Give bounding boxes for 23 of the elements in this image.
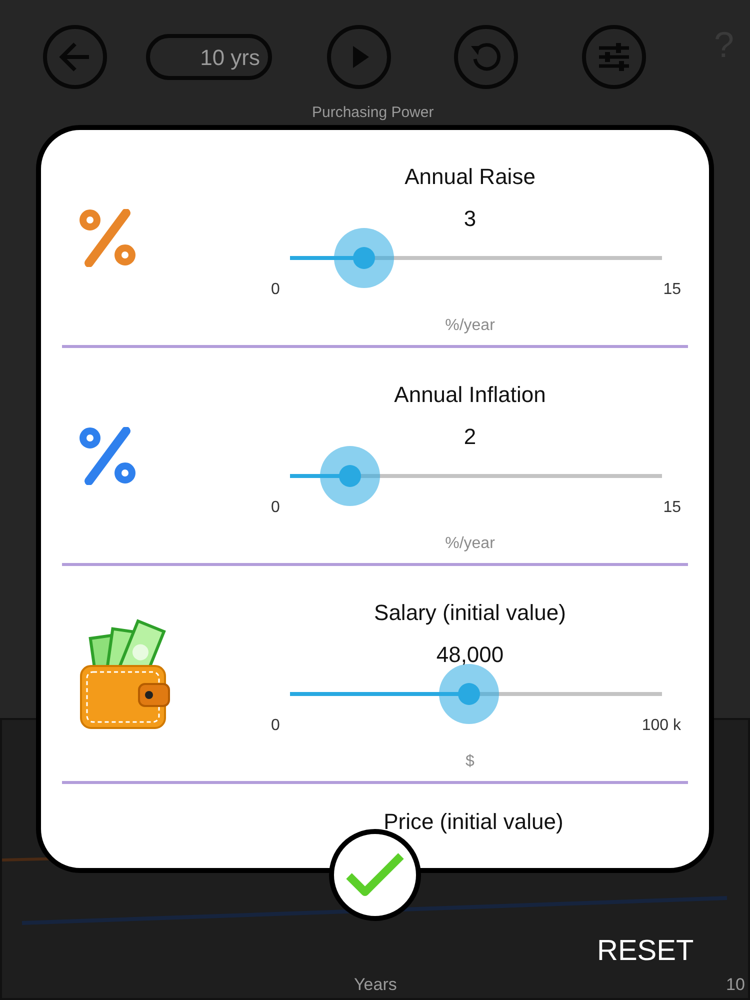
unit-label: $	[466, 752, 474, 772]
unit-label: %/year	[445, 534, 495, 554]
reset-button[interactable]: RESET	[597, 930, 694, 974]
setting-value: 3	[464, 205, 476, 233]
slider-max-label: 15	[663, 498, 681, 518]
chart-title: Purchasing Power	[312, 103, 434, 123]
unit-label: %/year	[445, 316, 495, 336]
check-icon	[345, 852, 405, 898]
axis-tick: 10	[726, 974, 745, 996]
slider-max-label: 100 k	[642, 716, 681, 736]
slider-max-label: 15	[663, 280, 681, 300]
slider-min-label: 0	[271, 280, 280, 300]
setting-title: Salary (initial value)	[374, 599, 566, 627]
setting-title: Annual Inflation	[394, 381, 546, 409]
setting-value: 48,000	[436, 641, 504, 669]
setting-title: Annual Raise	[404, 163, 536, 191]
axis-label: Years	[354, 974, 397, 996]
setting-value: 2	[464, 423, 476, 451]
wallet-icon	[80, 618, 170, 728]
slider-min-label: 0	[271, 716, 280, 736]
slider-min-label: 0	[271, 498, 280, 518]
period-field[interactable]: 10 yrs	[146, 34, 272, 80]
setting-title: Price (initial value)	[384, 808, 564, 836]
